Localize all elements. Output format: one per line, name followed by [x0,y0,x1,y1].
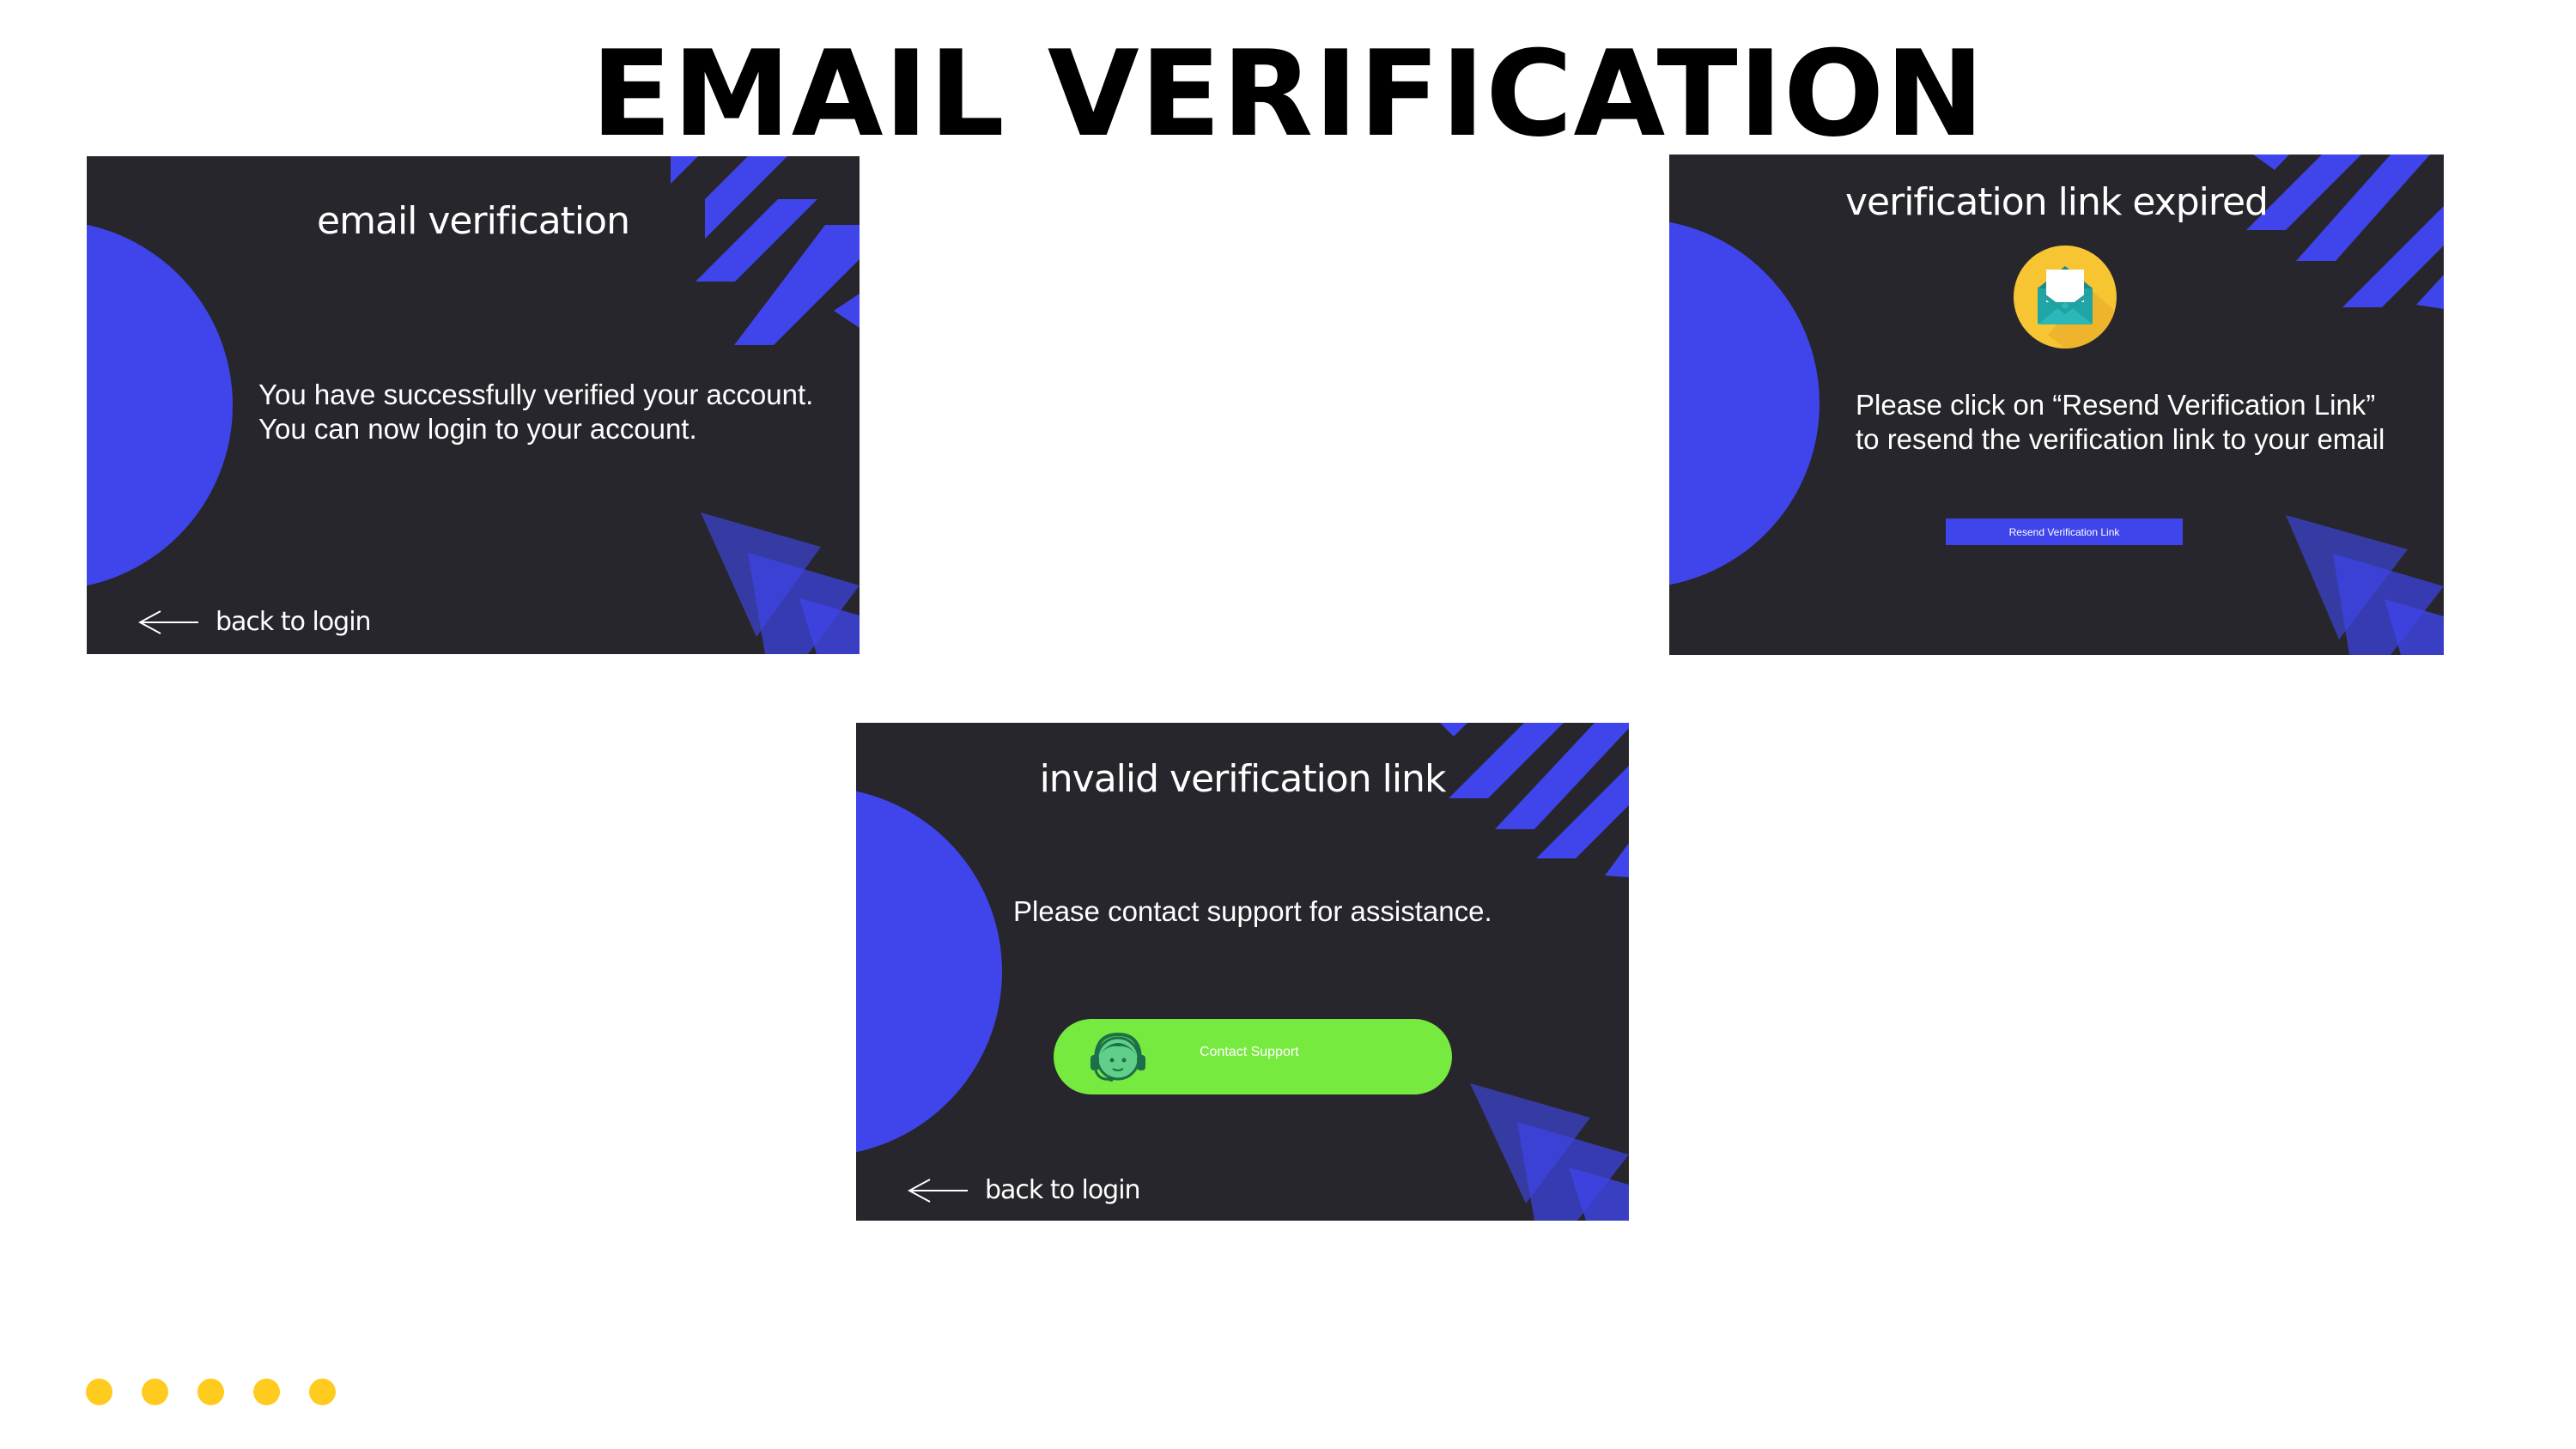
card-title: email verification [317,199,630,243]
page: EMAIL VERIFICATION email verification Yo… [0,0,2576,1449]
resend-verification-link-button[interactable]: Resend Verification Link [1946,518,2183,545]
triangles-decoration [701,512,860,654]
dot [142,1379,168,1405]
link-expired-card: verification link expired Please click o… [1669,155,2444,655]
card-title: invalid verification link [1039,757,1447,801]
email-verified-card: email verification You have successfully… [87,156,860,654]
decorative-dots [86,1379,336,1405]
triangles-decoration [1470,1083,1629,1221]
blue-circle-decoration [87,224,233,586]
dot [86,1379,112,1405]
blue-circle-decoration [856,791,1002,1153]
back-to-login-link[interactable]: back to login [908,1175,1141,1205]
card-title: verification link expired [1845,180,2269,224]
triangles-decoration [2286,515,2444,655]
stripes-decoration [671,156,860,345]
page-title: EMAIL VERIFICATION [591,25,1985,163]
envelope-icon [2014,246,2117,349]
success-message-line-1: You have successfully verified your acco… [258,379,814,410]
stripes-decoration [2246,155,2444,309]
dot [253,1379,280,1405]
arrow-left-icon [908,1178,968,1203]
contact-support-label: Contact Support [1200,1045,1299,1059]
invalid-message: Please contact support for assistance. [1013,895,1492,927]
dot [309,1379,336,1405]
expired-message-line-1: Please click on “Resend Verification Lin… [1856,389,2376,421]
arrow-left-icon [138,609,198,634]
expired-message-line-2: to resend the verification link to your … [1856,423,2385,455]
invalid-link-card: invalid verification link Please contact… [856,723,1629,1221]
back-to-login-link[interactable]: back to login [138,607,372,637]
contact-support-button[interactable]: Contact Support [1054,1019,1452,1094]
back-to-login-label: back to login [216,607,372,637]
success-message-line-2: You can now login to your account. [258,413,697,445]
back-to-login-label: back to login [985,1175,1141,1205]
headset-support-icon [1091,1032,1145,1082]
dot [197,1379,224,1405]
blue-circle-decoration [1669,221,1820,585]
